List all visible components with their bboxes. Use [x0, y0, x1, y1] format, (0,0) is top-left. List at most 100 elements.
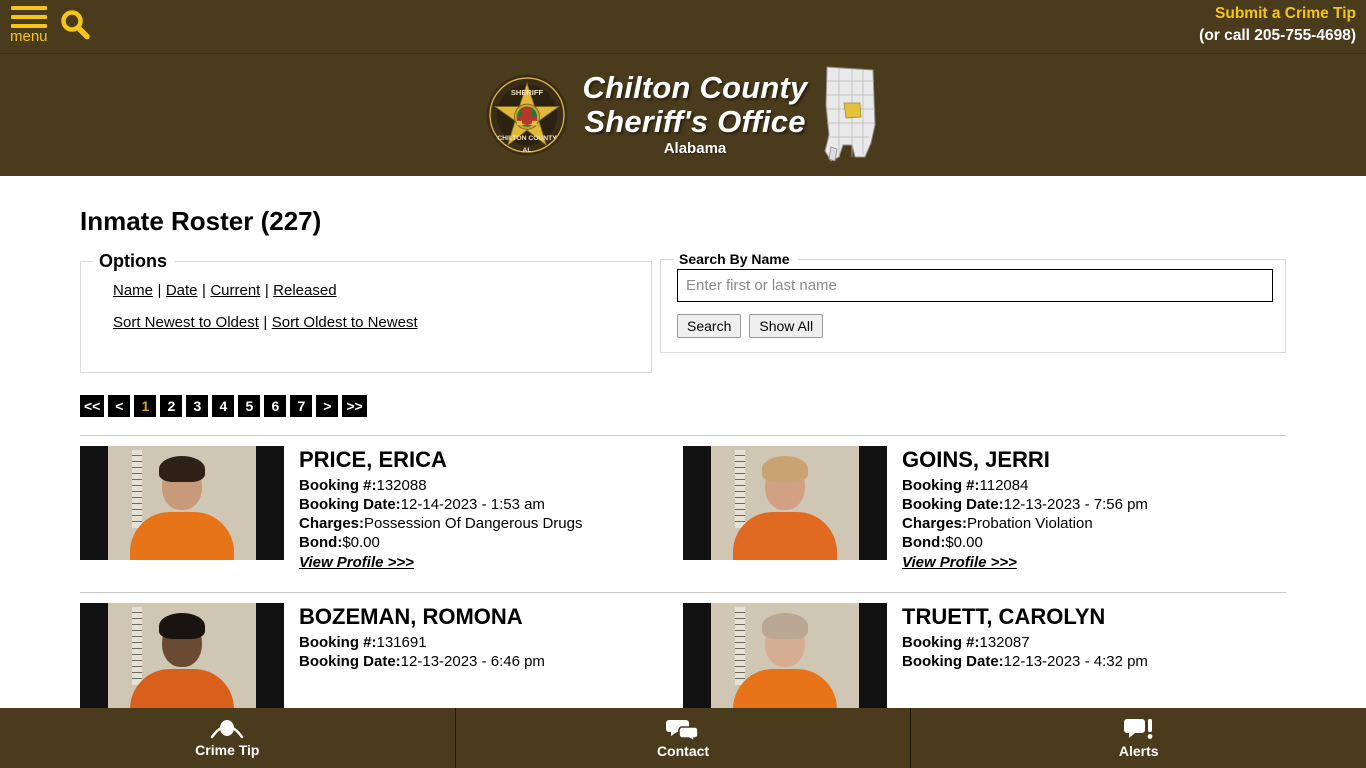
alabama-map-icon	[824, 66, 876, 162]
inmate-name: PRICE, ERICA	[299, 447, 447, 472]
bond-label: Bond:	[299, 534, 343, 551]
inmate-name: BOZEMAN, ROMONA	[299, 604, 523, 629]
roster-row: BOZEMAN, ROMONA Booking #:131691 Booking…	[80, 593, 1286, 717]
roster-row: PRICE, ERICA Booking #:132088 Booking Da…	[80, 436, 1286, 574]
bottom-nav-crime-tip[interactable]: Crime Tip	[0, 708, 455, 768]
inmate-name: GOINS, JERRI	[902, 447, 1050, 472]
charges-label: Charges:	[902, 515, 968, 532]
inmate-details: BOZEMAN, ROMONA Booking #:131691 Booking…	[284, 603, 545, 671]
search-icon[interactable]	[58, 8, 92, 42]
inmate-name: TRUETT, CAROLYN	[902, 604, 1106, 629]
sort-links-row: Sort Newest to Oldest | Sort Oldest to N…	[113, 310, 639, 336]
booking-number-label: Booking #:	[902, 634, 980, 651]
bottom-nav-label: Contact	[656, 743, 710, 759]
sort-oldest-to-newest-link[interactable]: Sort Oldest to Newest	[272, 314, 418, 331]
inmate-details: TRUETT, CAROLYN Booking #:132087 Booking…	[887, 603, 1148, 671]
page-first-button[interactable]: <<	[80, 395, 105, 417]
page-button-3[interactable]: 3	[186, 395, 209, 417]
booking-number-value: 112084	[979, 477, 1029, 494]
panels-row: Options Name | Date | Current | Released…	[80, 251, 1286, 373]
charges-field: Charges:Probation Violation	[902, 514, 1148, 533]
bond-field: Bond:$0.00	[902, 533, 1148, 552]
page-prev-button[interactable]: <	[108, 395, 131, 417]
booking-number-value: 131691	[376, 634, 427, 651]
booking-date-label: Booking Date:	[299, 496, 401, 513]
page-title: Inmate Roster (227)	[80, 206, 322, 236]
page-button-5[interactable]: 5	[238, 395, 261, 417]
svg-text:SHERIFF: SHERIFF	[510, 88, 543, 97]
sort-newest-to-oldest-link[interactable]: Sort Newest to Oldest	[113, 314, 259, 331]
sort-link-date[interactable]: Date	[166, 282, 198, 299]
menu-button[interactable]: menu	[8, 4, 50, 44]
mugshot-image	[683, 603, 887, 717]
page-button-4[interactable]: 4	[212, 395, 235, 417]
options-panel: Options Name | Date | Current | Released…	[80, 251, 652, 373]
booking-date-field: Booking Date:12-14-2023 - 1:53 am	[299, 495, 582, 514]
top-utility-bar: menu Submit a Crime Tip (or call 205-755…	[0, 0, 1366, 54]
brand-title-block: Chilton County Sheriff's Office Alabama	[583, 71, 808, 159]
charges-value: Probation Violation	[967, 515, 1093, 532]
bond-label: Bond:	[902, 534, 946, 551]
page-button-7[interactable]: 7	[290, 395, 313, 417]
booking-date-value: 12-13-2023 - 4:32 pm	[1003, 653, 1148, 670]
bottom-nav-contact[interactable]: Contact	[454, 708, 911, 768]
charges-label: Charges:	[299, 515, 365, 532]
filter-link-current[interactable]: Current	[210, 282, 260, 299]
booking-date-field: Booking Date:12-13-2023 - 7:56 pm	[902, 495, 1148, 514]
mugshot-image	[80, 446, 284, 560]
booking-number-value: 132087	[979, 634, 1030, 651]
booking-number-field: Booking #:132087	[902, 633, 1148, 652]
filter-link-released[interactable]: Released	[273, 282, 336, 299]
crime-tip-phone: (or call 205-755-4698)	[1199, 27, 1356, 44]
pagination: << < 1 2 3 4 5 6 7 > >>	[80, 395, 1286, 417]
search-panel: Search By Name Search Show All	[660, 251, 1286, 353]
bottom-nav-alerts[interactable]: Alerts	[910, 708, 1366, 768]
booking-number-value: 132088	[376, 477, 427, 494]
inmate-card: GOINS, JERRI Booking #:112084 Booking Da…	[683, 446, 1286, 574]
hamburger-menu-icon	[10, 6, 47, 30]
topbar-left-group: menu	[8, 4, 92, 44]
topbar-right-group: Submit a Crime Tip (or call 205-755-4698…	[1199, 3, 1356, 47]
booking-number-field: Booking #:132088	[299, 476, 582, 495]
booking-date-label: Booking Date:	[299, 653, 401, 670]
submit-crime-tip-link[interactable]: Submit a Crime Tip	[1199, 3, 1356, 25]
sort-link-name[interactable]: Name	[113, 282, 153, 299]
page-button-6[interactable]: 6	[264, 395, 287, 417]
booking-number-field: Booking #:131691	[299, 633, 545, 652]
booking-date-label: Booking Date:	[902, 496, 1004, 513]
page-last-button[interactable]: >>	[342, 395, 367, 417]
charges-value: Possession Of Dangerous Drugs	[364, 515, 583, 532]
page-button-1[interactable]: 1	[134, 395, 157, 417]
separator: |	[201, 282, 206, 299]
bottom-nav-label: Alerts	[1118, 743, 1159, 759]
mugshot-image	[683, 446, 887, 560]
view-profile-link[interactable]: View Profile >>>	[902, 552, 1017, 574]
inmate-details: GOINS, JERRI Booking #:112084 Booking Da…	[887, 446, 1148, 574]
svg-text:AL: AL	[522, 147, 531, 154]
inmate-card: TRUETT, CAROLYN Booking #:132087 Booking…	[683, 603, 1286, 717]
charges-field: Charges:Possession Of Dangerous Drugs	[299, 514, 582, 533]
page-next-button[interactable]: >	[316, 395, 339, 417]
booking-number-label: Booking #:	[299, 634, 377, 651]
separator: |	[157, 282, 162, 299]
svg-text:CHILTON COUNTY: CHILTON COUNTY	[497, 135, 557, 142]
menu-label: menu	[10, 28, 48, 45]
separator: |	[263, 314, 268, 331]
brand-title-line-1: Chilton County	[582, 70, 808, 105]
inmate-card: PRICE, ERICA Booking #:132088 Booking Da…	[80, 446, 683, 574]
bond-value: $0.00	[945, 534, 983, 551]
page-button-2[interactable]: 2	[160, 395, 183, 417]
booking-date-value: 12-14-2023 - 1:53 am	[400, 496, 545, 513]
view-profile-link[interactable]: View Profile >>>	[299, 552, 414, 574]
brand-subtitle: Alabama	[663, 140, 727, 157]
mugshot-image	[80, 603, 284, 717]
search-button[interactable]: Search	[677, 314, 742, 338]
search-button-row: Search Show All	[677, 314, 1273, 338]
search-input[interactable]	[677, 269, 1273, 302]
booking-number-label: Booking #:	[902, 477, 980, 494]
booking-number-field: Booking #:112084	[902, 476, 1148, 495]
search-legend: Search By Name	[679, 251, 790, 267]
bond-field: Bond:$0.00	[299, 533, 582, 552]
booking-date-value: 12-13-2023 - 7:56 pm	[1003, 496, 1148, 513]
show-all-button[interactable]: Show All	[749, 314, 824, 338]
